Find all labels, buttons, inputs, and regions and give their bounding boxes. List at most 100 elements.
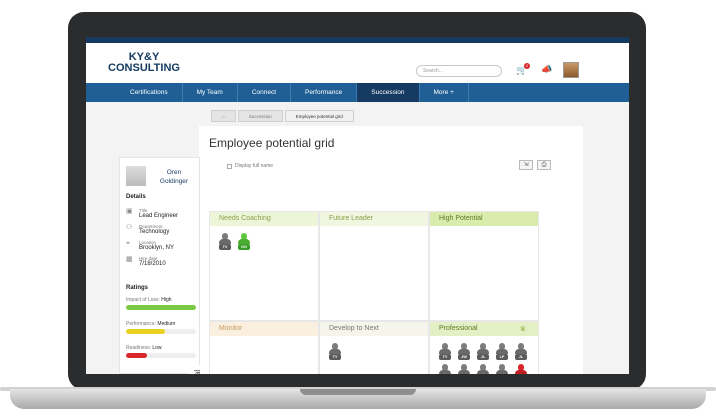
detail-hire-date: ▦ Hire date 7/18/2010 (126, 256, 200, 267)
breadcrumb-current: Employee potential grid (284, 110, 354, 122)
person-body (458, 370, 470, 374)
breadcrumb-home-icon[interactable]: ⌂ (211, 110, 236, 122)
cell-future-leader[interactable]: Future Leader (319, 211, 429, 321)
person-avatar[interactable]: JL (458, 364, 470, 374)
employee-photo (126, 166, 146, 186)
performance-label: Performance: (126, 321, 157, 327)
impact-value: High (161, 297, 172, 303)
cell-develop-to-next-title: Develop to Next (320, 322, 428, 336)
nav-more[interactable]: More + (420, 83, 469, 102)
person-avatar[interactable]: TY (329, 343, 341, 360)
person-initials: TV (219, 244, 231, 250)
detail-title: ▣ Title Lead Engineer (126, 208, 200, 219)
cart-badge: 2 (524, 63, 530, 69)
person-avatar[interactable]: JW (458, 343, 470, 360)
nav-my-team[interactable]: My Team (183, 83, 238, 102)
cell-high-potential[interactable]: High Potential (429, 211, 539, 321)
calendar-icon: ▦ (126, 256, 133, 263)
person-initials: JW (458, 354, 470, 360)
person-initials: GG (238, 244, 250, 250)
performance-value: Medium (157, 321, 176, 327)
employee-first-name: Oren (166, 169, 182, 176)
cell-develop-to-next[interactable]: Develop to Next TY (319, 321, 429, 374)
logo-line-2: CONSULTING (108, 62, 180, 74)
laptop-notch (300, 389, 416, 395)
breadcrumb: ⌂ Succession Employee potential grid (211, 110, 356, 122)
ratings-heading: Ratings (126, 285, 149, 291)
rating-performance: Performance: Medium (126, 321, 196, 334)
location-value: Brooklyn, NY (139, 245, 175, 251)
person-avatar[interactable]: TY (439, 364, 451, 374)
performance-bar (126, 329, 196, 334)
detail-location: ⌖ Location Brooklyn, NY (126, 240, 200, 251)
department-value: Technology (139, 229, 170, 235)
cell-monitor-title: Monitor (210, 322, 318, 336)
person-avatar[interactable]: TY (496, 364, 508, 374)
person-body (439, 370, 451, 374)
person-initials: TY (439, 354, 451, 360)
readiness-bar-fill (126, 353, 147, 358)
briefcase-icon: ▣ (126, 208, 133, 215)
details-heading: Details (126, 194, 146, 200)
crown-icon: ♛ (519, 326, 526, 333)
potential-grid: Potential Needs Coaching TV GG Future Lea… (188, 211, 554, 374)
person-body (496, 370, 508, 374)
person-avatar[interactable]: TY (439, 343, 451, 360)
cell-high-potential-title: High Potential (430, 212, 538, 226)
person-body (477, 370, 489, 374)
readiness-bar (126, 353, 196, 358)
detail-department: ⚇ Department Technology (126, 224, 200, 235)
display-full-name-label: Display full name (235, 163, 274, 169)
potential-axis-label: Potential (188, 365, 208, 374)
nav-connect[interactable]: Connect (238, 83, 292, 102)
cell-needs-coaching-title: Needs Coaching (210, 212, 318, 226)
breadcrumb-succession[interactable]: Succession (237, 110, 283, 122)
export-icon[interactable]: ⇲ (519, 160, 533, 170)
impact-bar-fill (126, 305, 196, 310)
cell-future-leader-title: Future Leader (320, 212, 428, 226)
user-avatar[interactable] (563, 62, 579, 78)
employee-last-name: Goldinger (159, 178, 189, 185)
cell-professional[interactable]: Professional ♛ TYJWJLLPJLTYJLJLTYHDGGGGK… (429, 321, 539, 374)
person-initials: JL (515, 354, 527, 360)
nav-certifications[interactable]: Certifications (116, 83, 183, 102)
display-full-name-option[interactable]: Display full name (227, 163, 273, 169)
header: KY&Y CONSULTING Search... 🛒 2 📣 (86, 43, 629, 83)
display-full-name-checkbox[interactable] (227, 163, 232, 169)
nav-succession[interactable]: Succession (357, 83, 420, 102)
person-initials: TY (329, 354, 341, 360)
title-value: Lead Engineer (139, 213, 179, 219)
nav-performance[interactable]: Performance (291, 83, 358, 102)
person-avatar[interactable]: JL (515, 343, 527, 360)
readiness-label: Readiness: (126, 345, 152, 351)
person-body (515, 370, 527, 374)
readiness-value: Low (152, 345, 162, 351)
person-initials: LP (496, 354, 508, 360)
person-avatar[interactable]: HD (515, 364, 527, 374)
company-logo[interactable]: KY&Y CONSULTING (99, 52, 189, 74)
impact-label: Impact of Loss: (126, 297, 160, 303)
announcement-icon[interactable]: 📣 (541, 64, 552, 75)
person-avatar[interactable]: LP (496, 343, 508, 360)
person-avatar[interactable]: GG (238, 233, 250, 250)
search-input[interactable]: Search... (416, 65, 502, 77)
impact-bar (126, 305, 196, 310)
performance-bar-fill (126, 329, 165, 334)
person-avatar[interactable]: TV (219, 233, 231, 250)
people-icon: ⚇ (126, 224, 133, 231)
page-title: Employee potential grid (209, 136, 335, 150)
rating-readiness: Readiness: Low (126, 345, 196, 358)
print-icon[interactable]: ⎙ (537, 160, 551, 170)
toolbar: ⇲ ⎙ (519, 160, 551, 170)
hire-date-value: 7/18/2010 (139, 261, 166, 267)
cell-needs-coaching[interactable]: Needs Coaching TV GG (209, 211, 319, 321)
person-initials: JL (477, 354, 489, 360)
cell-monitor[interactable]: Monitor (209, 321, 319, 374)
person-avatar[interactable]: JL (477, 364, 489, 374)
employee-name[interactable]: Oren Goldinger (150, 168, 198, 186)
main-nav: Certifications My Team Connect Performan… (86, 83, 629, 102)
rating-impact: Impact of Loss: High (126, 297, 196, 310)
location-pin-icon: ⌖ (126, 240, 130, 247)
person-avatar[interactable]: JL (477, 343, 489, 360)
screen: KY&Y CONSULTING Search... 🛒 2 📣 Certific… (86, 37, 629, 374)
